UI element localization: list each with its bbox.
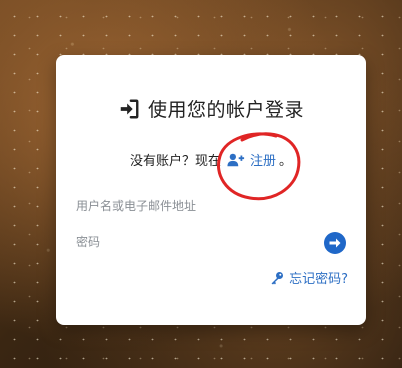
forgot-password-link[interactable]: 忘记密码? <box>270 268 348 287</box>
user-plus-icon <box>227 153 245 166</box>
signup-link[interactable]: 注册 <box>227 150 276 169</box>
page-title: 使用您的帐户登录 <box>56 95 366 122</box>
login-card: 使用您的帐户登录 没有账户？现在 注册 。 忘记密码? <box>56 55 366 325</box>
signup-link-label: 注册 <box>249 154 276 169</box>
username-input[interactable] <box>76 195 346 217</box>
key-icon <box>271 271 284 284</box>
arrow-right-icon <box>329 238 341 248</box>
login-submit-button[interactable] <box>324 232 346 254</box>
signup-prompt-row: 没有账户？现在 注册 。 <box>56 150 366 169</box>
title-text: 使用您的帐户登录 <box>147 99 304 121</box>
password-input[interactable] <box>76 231 311 253</box>
signup-suffix: 。 <box>279 154 293 169</box>
signup-prompt-text: 没有账户？现在 <box>129 154 221 169</box>
forgot-password-label: 忘记密码? <box>289 272 348 287</box>
sign-in-icon <box>120 99 139 118</box>
